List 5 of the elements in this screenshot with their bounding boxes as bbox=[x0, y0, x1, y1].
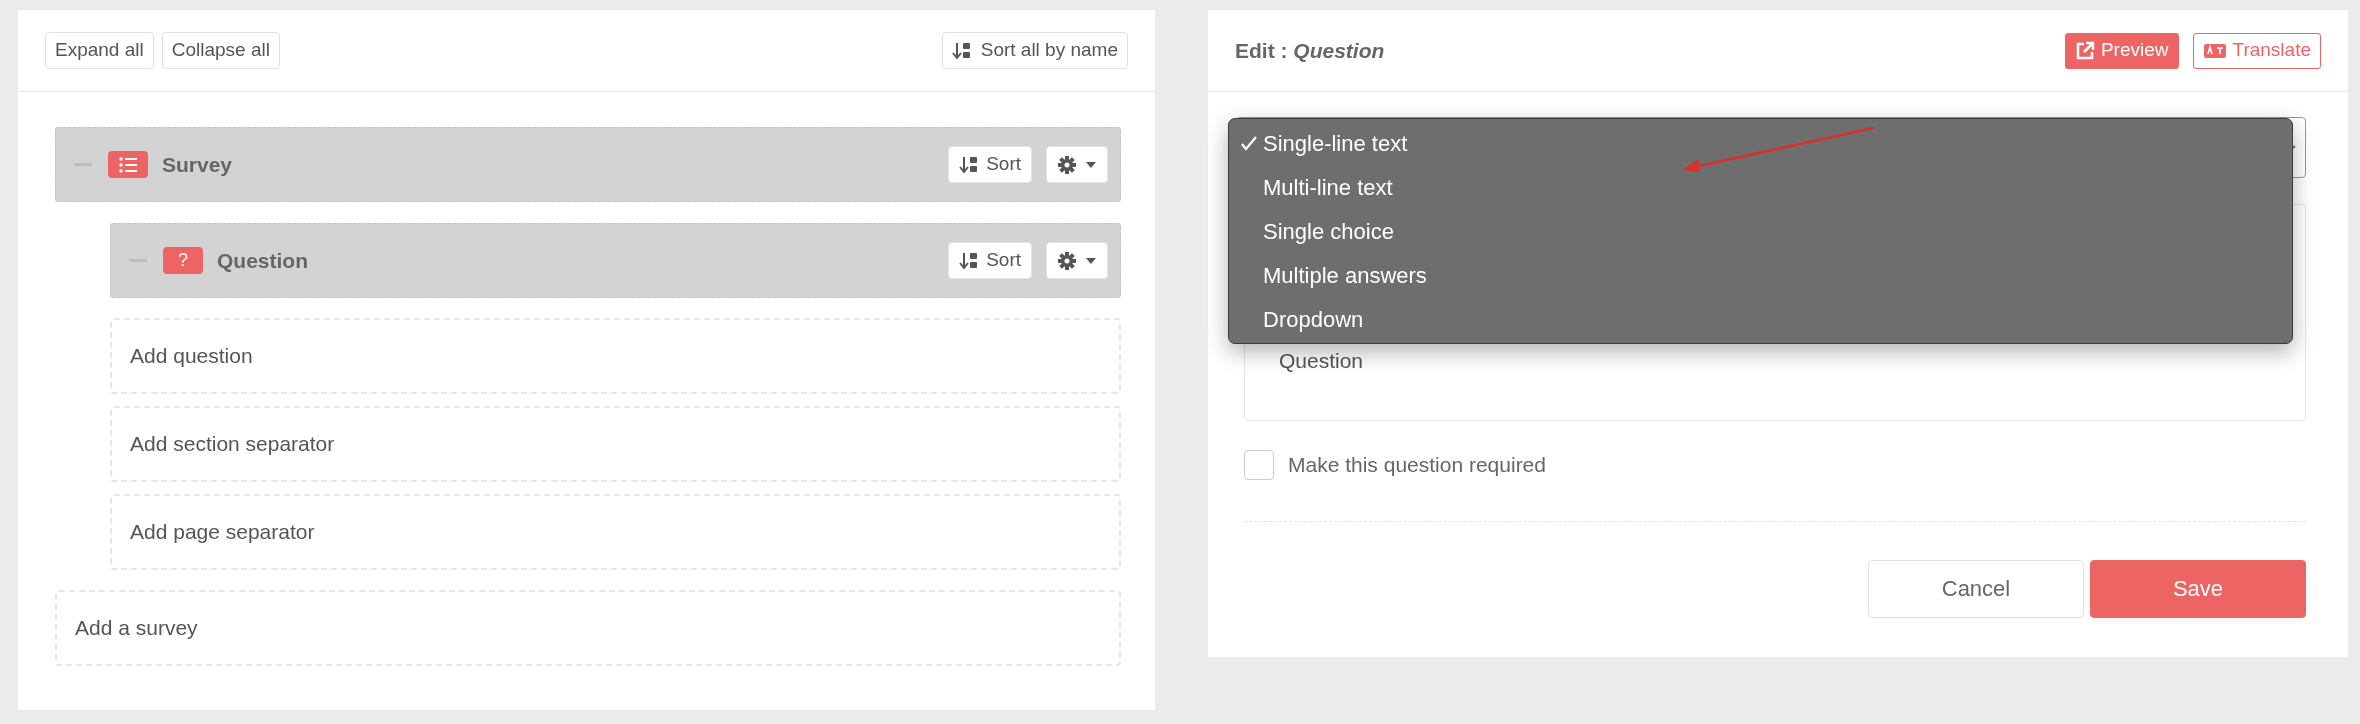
editor-title: Edit : Question bbox=[1235, 37, 1385, 64]
item-title: Question bbox=[217, 247, 309, 274]
checkbox-label: Make this question required bbox=[1288, 452, 1546, 478]
question-badge: ? bbox=[163, 247, 203, 274]
item-title: Survey bbox=[162, 151, 234, 178]
